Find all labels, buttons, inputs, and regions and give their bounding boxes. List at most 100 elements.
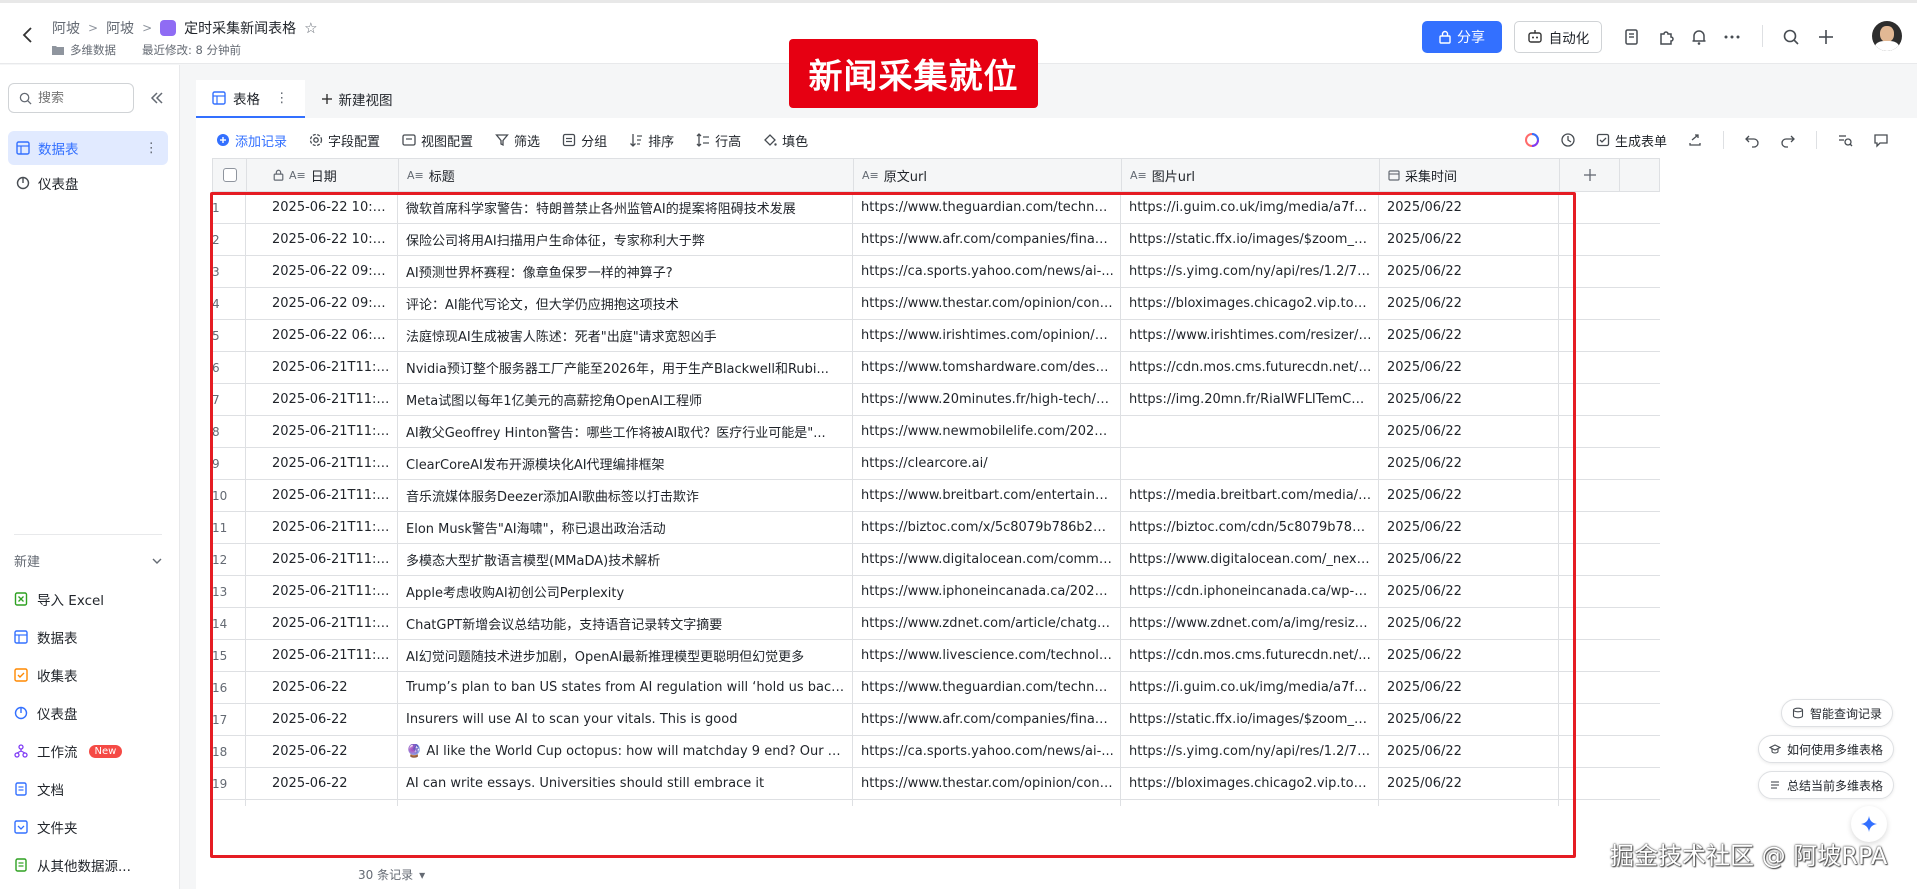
table-row[interactable]: 2 2025-06-22 10:00:00 保险公司将用AI扫描用户生命体征，专家称… [212,224,1660,256]
breadcrumb-item[interactable]: 阿坡 [52,18,80,38]
plugin-icon[interactable] [1656,27,1676,47]
howto-button[interactable]: 如何使用多维表格 [1758,735,1895,763]
cell-collect-time[interactable]: 2025/06/22 [1379,256,1559,287]
undo-icon[interactable] [1744,132,1760,148]
table-row[interactable]: 10 2025-06-21T11:23:44Z 音乐流媒体服务Deezer添加AI歌… [212,480,1660,512]
bell-icon[interactable] [1689,27,1709,47]
table-row[interactable]: 6 2025-06-21T11:30:00Z Nvidia预订整个服务器工厂产能至2… [212,352,1660,384]
sidebar-item-dashboard[interactable]: 仪表盘 [8,166,168,200]
user-avatar[interactable] [1872,21,1902,51]
table-row[interactable]: 7 2025-06-21T11:26:36Z Meta试图以每年1亿美元的高薪挖角O… [212,384,1660,416]
cell-date[interactable]: 2025-06-21T11:26:36Z [246,384,398,415]
comment-icon[interactable] [1873,132,1889,148]
cell-collect-time[interactable]: 2025/06/22 [1379,608,1559,639]
cell-collect-time[interactable]: 2025/06/22 [1379,448,1559,479]
cell-date[interactable]: 2025-06-22 [246,704,398,735]
table-row[interactable]: 13 2025-06-21T11:00:28Z Apple考虑收购AI初创公司Per… [212,576,1660,608]
cell-image-url[interactable]: https://static.ffx.io/images/$zoom_0... [1121,224,1379,255]
cell-date[interactable]: 2025-06-22 10:00:35 [246,192,398,223]
cell-image-url[interactable]: https://s.yimg.com/ny/api/res/1.2/7h... [1121,256,1379,287]
cell-date[interactable]: 2025-06-21T11:00:00Z [246,640,398,671]
table-row[interactable]: 5 2025-06-22 06:11:00 法庭惊现AI生成被害人陈述：死者"出庭"… [212,320,1660,352]
cell-collect-time[interactable]: 2025/06/22 [1379,512,1559,543]
cell-date[interactable]: 2025-06-22 09:00:00 [246,288,398,319]
column-header-title[interactable]: A≡ 标题 [399,159,854,191]
select-all-checkbox[interactable] [222,168,237,182]
search-icon[interactable] [1781,27,1801,47]
table-row[interactable]: 12 2025-06-21T11:16:34Z 多模态大型扩散语言模型(MMaDA)… [212,544,1660,576]
more-icon[interactable]: ⋮ [145,140,159,156]
cell-source-url[interactable]: https://www.zdnet.com/article/chatgp... [853,608,1121,639]
cell-collect-time[interactable]: 2025/06/22 [1379,544,1559,575]
cell-date[interactable]: 2025-06-21T11:00:28Z [246,576,398,607]
cell-title[interactable]: AI幻觉问题随技术进步加剧，OpenAI最新推理模型更聪明但幻觉更多 [398,640,853,671]
column-header-source-url[interactable]: A≡ 原文url [854,159,1122,191]
cell-date[interactable]: 2025-06-22 09:41:00 [246,256,398,287]
cell-image-url[interactable]: https://static.ffx.io/images/$zoom_0... [1121,704,1379,735]
generate-form-button[interactable]: 生成表单 [1596,131,1667,150]
cell-image-url[interactable]: https://www.irishtimes.com/resizer/v... [1121,320,1379,351]
column-header-image-url[interactable]: A≡ 图片url [1122,159,1380,191]
add-column-cell[interactable] [1560,159,1620,191]
cell-collect-time[interactable]: 2025/06/22 [1379,640,1559,671]
breadcrumb-item[interactable]: 阿坡 [106,18,134,38]
cell-image-url[interactable]: https://www.digitalocean.com/_next... [1121,544,1379,575]
cell-source-url[interactable]: https://www.afr.com/companies/finan... [853,224,1121,255]
table-row[interactable]: 18 2025-06-22 🔮 AI like the World Cup octo… [212,736,1660,768]
new-folder[interactable]: 文件夹 [14,817,78,837]
automation-button[interactable]: 自动化 [1514,21,1602,53]
cell-source-url[interactable]: https://www.afr.com/companies/finan... [853,704,1121,735]
cell-collect-time[interactable]: 2025/06/22 [1379,576,1559,607]
cell-title[interactable]: AI教父Geoffrey Hinton警告：哪些工作将被AI取代？医疗行业可能是… [398,416,853,447]
cell-title[interactable]: AI can write essays. Universities should… [398,768,853,799]
cell-source-url[interactable]: https://www.20minutes.fr/high-tech/b... [853,384,1121,415]
cell-date[interactable]: 2025-06-22 [246,736,398,767]
column-header-collect-time[interactable]: 采集时间 [1380,159,1560,191]
cell-image-url[interactable]: https://biztoc.com/cdn/5c8079b786b... [1121,512,1379,543]
cell-title[interactable]: Insurers will use AI to scan your vitals… [398,704,853,735]
cell-source-url[interactable]: https://clearcore.ai/ [853,448,1121,479]
new-section-header[interactable]: 新建 [14,551,164,570]
cell-source-url[interactable]: https://biztoc.com/x/5c8079b786b2533b [853,512,1121,543]
cell-title[interactable]: 🔮 AI like the World Cup octopus: how wil… [398,736,853,767]
new-import-excel[interactable]: 导入 Excel [14,589,104,609]
sidebar-item-datatable[interactable]: 数据表 ⋮ [8,131,168,165]
table-row[interactable]: 16 2025-06-22 Trump’s plan to ban US state… [212,672,1660,704]
cell-collect-time[interactable]: 2025/06/22 [1379,800,1559,806]
cell-source-url[interactable]: https://www.livescience.com/technolo... [853,640,1121,671]
cell-source-url[interactable]: https://ca.sports.yahoo.com/news/ai-... [853,736,1121,767]
cell-source-url[interactable]: https://www.irishtimes.com/opinion/2... [853,320,1121,351]
history-doc-icon[interactable] [1622,27,1642,47]
cell-image-url[interactable]: https://www.zdnet.com/a/img/resize... [1121,608,1379,639]
table-row[interactable]: 19 2025-06-22 AI can write essays. Univers… [212,768,1660,800]
cell-collect-time[interactable]: 2025/06/22 [1379,192,1559,223]
select-all-cell[interactable] [213,159,247,191]
cell-source-url[interactable]: https://www.iphoneincanada.ca/2025/... [853,576,1121,607]
cell-source-url[interactable]: https://ca.sports.yahoo.com/news/ai-... [853,256,1121,287]
table-row[interactable]: 4 2025-06-22 09:00:00 评论：AI能代写论文，但大学仍应拥抱这项… [212,288,1660,320]
cell-title[interactable]: ClearCoreAI发布开源模块化AI代理编排框架 [398,448,853,479]
new-datatable[interactable]: 数据表 [14,627,78,647]
new-workflow[interactable]: 工作流 New [14,741,123,761]
column-header-date[interactable]: A≡ 日期 [247,159,399,191]
cell-collect-time[interactable]: 2025/06/22 [1379,416,1559,447]
sidebar-search-input[interactable] [38,90,118,106]
record-count[interactable]: 30 条记录 ▾ [358,866,425,883]
cell-title[interactable]: 法庭惊现AI生成被害人陈述：死者"出庭"请求宽恕凶手 [398,320,853,351]
cell-collect-time[interactable]: 2025/06/22 [1379,768,1559,799]
table-row[interactable]: 3 2025-06-22 09:41:00 AI预测世界杯赛程：像章鱼保罗一样的神算… [212,256,1660,288]
cell-title[interactable]: Trump’s plan to ban US states from AI re… [398,672,853,703]
add-record-button[interactable]: 添加记录 [216,131,287,150]
cell-collect-time[interactable]: 2025/06/22 [1379,320,1559,351]
cell-title[interactable]: 保险公司将用AI扫描用户生命体征，专家称利大于弊 [398,224,853,255]
cell-source-url[interactable]: https://www.tomshardware.com/deskt... [853,352,1121,383]
cell-image-url[interactable]: https://i.guim.co.uk/img/media/a7f1... [1121,192,1379,223]
cell-date[interactable]: 2025-06-22 06:11:00 [246,320,398,351]
cell-date[interactable]: 2025-06-21T11:00:13Z [246,608,398,639]
cell-image-url[interactable]: https://cdn.iphoneincanada.ca/wp-co... [1121,576,1379,607]
cell-image-url[interactable]: https://img.20mn.fr/RialWFLITemCK... [1121,384,1379,415]
add-column-icon[interactable] [1583,168,1597,182]
table-row[interactable]: 15 2025-06-21T11:00:00Z AI幻觉问题随技术进步加剧，Open… [212,640,1660,672]
cell-image-url[interactable]: https://bloximages.chicago2.vip.tow... [1121,288,1379,319]
cell-image-url[interactable] [1121,416,1379,447]
